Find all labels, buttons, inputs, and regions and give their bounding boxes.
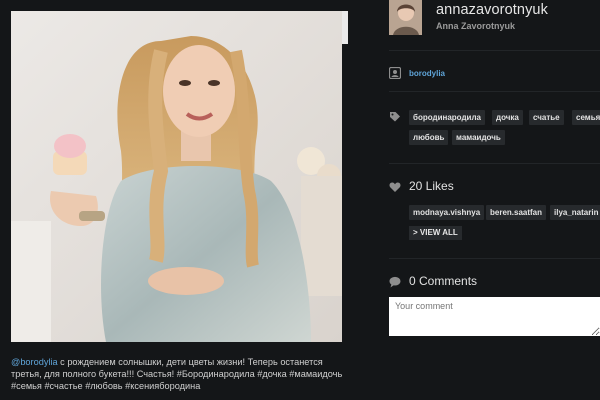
hashtag-chip[interactable]: бородинародила	[409, 110, 485, 125]
divider	[389, 91, 600, 92]
post-photo-image	[11, 11, 342, 342]
post-photo[interactable]	[11, 11, 342, 342]
hashtag-chip[interactable]: любовь	[409, 130, 449, 145]
caption-mention-link[interactable]: @borodylia	[11, 357, 58, 367]
liker-username[interactable]: ilya_natarin	[550, 205, 600, 220]
caption-text: с рождением солнышки, дети цветы жизни! …	[11, 357, 343, 391]
hashtag-chip[interactable]: мамаидочь	[452, 130, 505, 145]
tag-icon	[390, 112, 400, 122]
adjacent-photo-edge	[342, 11, 348, 44]
author-avatar[interactable]	[389, 0, 422, 35]
liker-username[interactable]: beren.saatfan	[486, 205, 547, 220]
liker-username[interactable]: modnaya.vishnya	[409, 205, 485, 220]
post-caption: @borodylia с рождением солнышки, дети цв…	[11, 356, 346, 392]
avatar-image	[389, 0, 422, 35]
tagged-user-link[interactable]: borodylia	[409, 69, 445, 78]
comment-input[interactable]	[389, 297, 600, 336]
divider	[389, 50, 600, 51]
hashtag-chip[interactable]: счатье	[529, 110, 564, 125]
divider	[389, 258, 600, 259]
heart-icon	[389, 182, 401, 192]
hashtag-chip[interactable]: семья	[572, 110, 600, 125]
hashtag-chip[interactable]: дочка	[492, 110, 523, 125]
speech-bubble-icon	[389, 276, 401, 288]
divider	[389, 163, 600, 164]
view-all-likes-button[interactable]: > VIEW ALL	[409, 226, 462, 240]
author-username[interactable]: annazavorotnyuk	[436, 2, 548, 18]
author-full-name: Anna Zavorotnyuk	[436, 21, 516, 31]
person-tag-icon	[389, 67, 401, 79]
comments-count: 0 Comments	[409, 274, 478, 288]
likes-count: 20 Likes	[409, 179, 454, 193]
